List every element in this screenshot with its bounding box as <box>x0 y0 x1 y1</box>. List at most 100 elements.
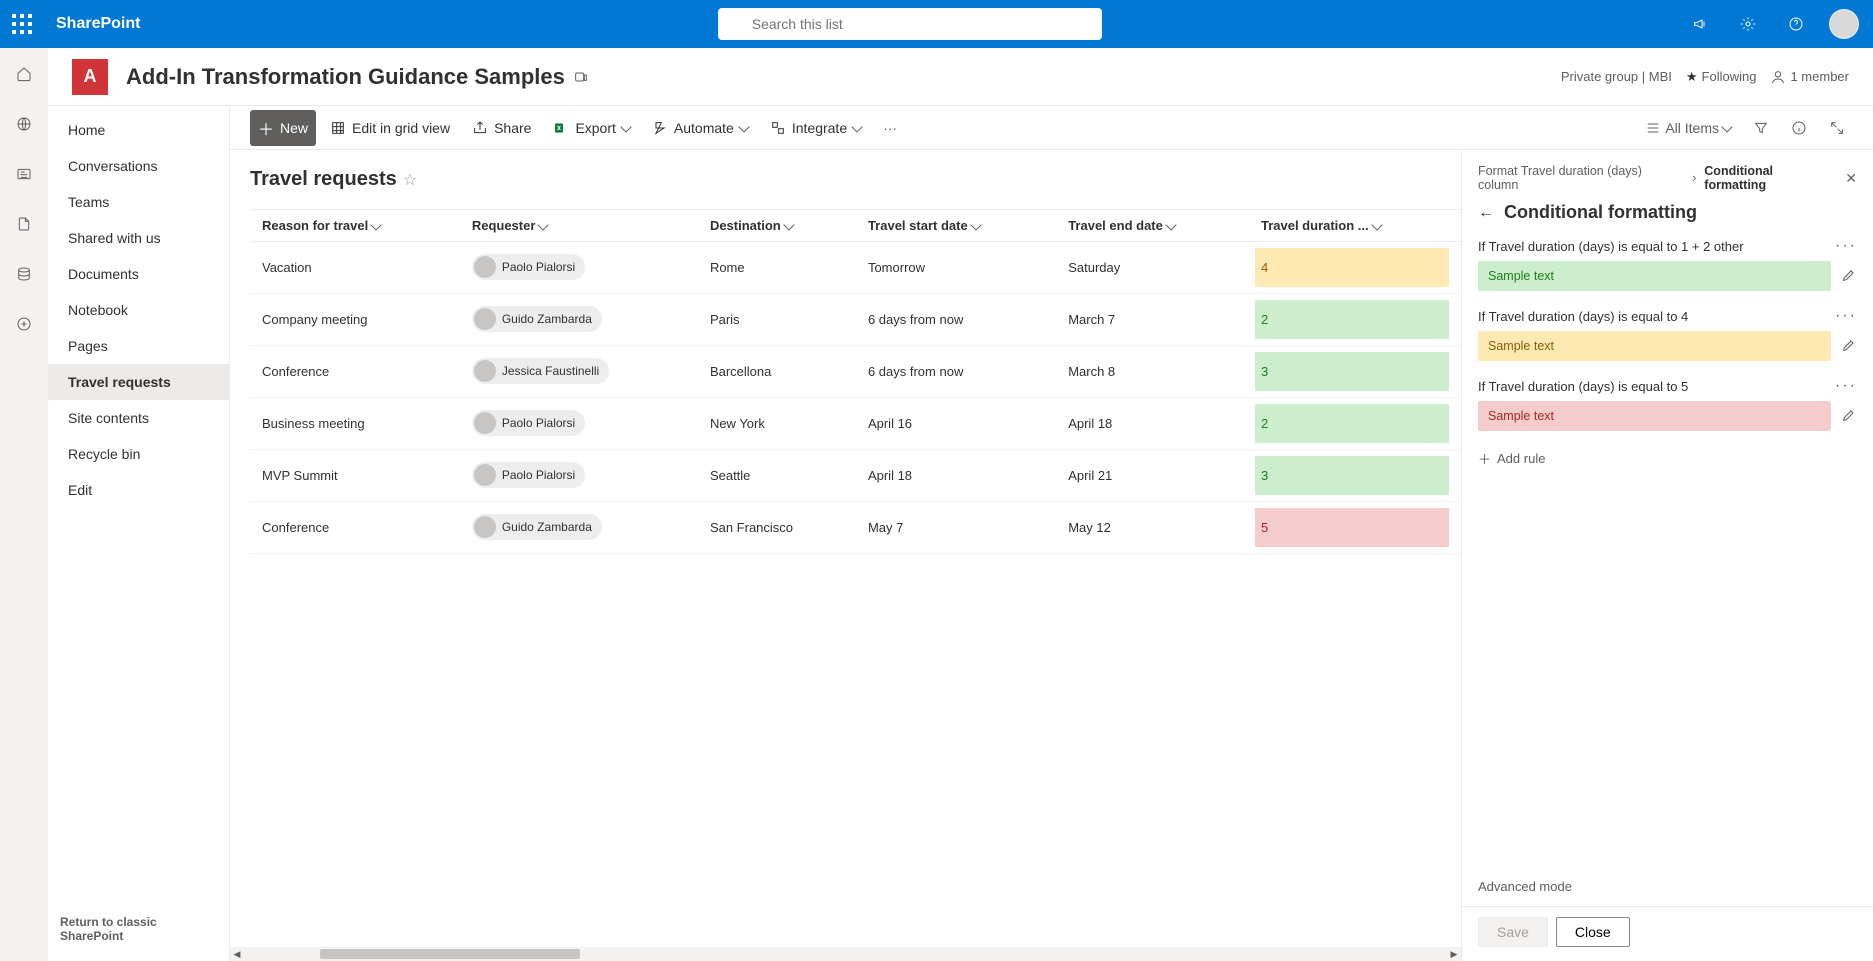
search-icon <box>728 16 744 32</box>
cell-end: May 12 <box>1056 502 1249 554</box>
person-chip[interactable]: Paolo Pialorsi <box>472 462 585 488</box>
following-toggle[interactable]: ★Following <box>1686 69 1757 85</box>
app-name[interactable]: SharePoint <box>56 15 140 33</box>
edit-grid-label: Edit in grid view <box>352 120 450 136</box>
column-header[interactable]: Requester <box>460 210 698 242</box>
avatar-icon <box>474 360 496 382</box>
rail-news-icon[interactable] <box>8 158 40 190</box>
add-rule-button[interactable]: ＋ Add rule <box>1478 447 1857 488</box>
person-chip[interactable]: Paolo Pialorsi <box>472 254 585 280</box>
avatar-icon <box>474 412 496 434</box>
column-header[interactable]: Travel duration ... <box>1249 210 1461 242</box>
table-row[interactable]: Business meetingPaolo PialorsiNew YorkAp… <box>250 398 1461 450</box>
overflow-button[interactable]: ··· <box>875 114 905 142</box>
panel-body: If Travel duration (days) is equal to 1 … <box>1462 237 1873 879</box>
edit-style-icon[interactable] <box>1841 267 1857 286</box>
nav-item-pages[interactable]: Pages <box>48 328 229 364</box>
table-row[interactable]: VacationPaolo PialorsiRomeTomorrowSaturd… <box>250 242 1461 294</box>
cell-duration: 2 <box>1249 398 1461 450</box>
nav-item-documents[interactable]: Documents <box>48 256 229 292</box>
nav-item-teams[interactable]: Teams <box>48 184 229 220</box>
grid-icon <box>330 120 346 136</box>
info-button[interactable] <box>1783 114 1815 142</box>
table-row[interactable]: Company meetingGuido ZambardaParis6 days… <box>250 294 1461 346</box>
return-classic-link[interactable]: Return to classic SharePoint <box>48 903 229 955</box>
app-launcher-icon[interactable] <box>6 8 38 40</box>
column-header[interactable]: Destination <box>698 210 856 242</box>
edit-in-grid-button[interactable]: Edit in grid view <box>322 114 458 142</box>
table-row[interactable]: MVP SummitPaolo PialorsiSeattleApril 18A… <box>250 450 1461 502</box>
cell-end: April 18 <box>1056 398 1249 450</box>
breadcrumb-parent[interactable]: Format Travel duration (days) column <box>1478 164 1684 192</box>
favorite-toggle-icon[interactable]: ☆ <box>403 170 417 190</box>
cell-start: April 16 <box>856 398 1056 450</box>
nav-item-travel-requests[interactable]: Travel requests <box>48 364 229 400</box>
person-icon <box>1770 69 1786 85</box>
export-button[interactable]: Export <box>545 114 637 142</box>
nav-item-recycle-bin[interactable]: Recycle bin <box>48 436 229 472</box>
table-row[interactable]: ConferenceJessica FaustinelliBarcellona6… <box>250 346 1461 398</box>
help-icon[interactable] <box>1775 0 1817 48</box>
new-button[interactable]: ＋ New <box>250 110 316 146</box>
column-header[interactable]: Travel end date <box>1056 210 1249 242</box>
person-chip[interactable]: Guido Zambarda <box>472 306 602 332</box>
site-title[interactable]: Add-In Transformation Guidance Samples <box>126 64 589 90</box>
close-icon[interactable]: ✕ <box>1845 170 1857 187</box>
nav-item-conversations[interactable]: Conversations <box>48 148 229 184</box>
rail-files-icon[interactable] <box>8 208 40 240</box>
person-chip[interactable]: Jessica Faustinelli <box>472 358 609 384</box>
view-switcher[interactable]: All Items <box>1637 114 1739 142</box>
close-button[interactable]: Close <box>1556 917 1630 947</box>
integrate-button[interactable]: Integrate <box>762 114 869 142</box>
horizontal-scrollbar[interactable]: ◀ ▶ <box>230 947 1461 961</box>
nav-item-edit[interactable]: Edit <box>48 472 229 508</box>
app-rail <box>0 48 48 961</box>
scroll-left-icon[interactable]: ◀ <box>230 947 244 961</box>
column-header[interactable]: Travel start date <box>856 210 1056 242</box>
nav-item-shared-with-us[interactable]: Shared with us <box>48 220 229 256</box>
megaphone-icon[interactable] <box>1679 0 1721 48</box>
search-input[interactable] <box>752 16 1092 32</box>
automate-button[interactable]: Automate <box>644 114 756 142</box>
body-row: HomeConversationsTeamsShared with usDocu… <box>48 106 1873 961</box>
gear-icon[interactable] <box>1727 0 1769 48</box>
share-button[interactable]: Share <box>464 114 539 142</box>
column-header[interactable]: Reason for travel <box>250 210 460 242</box>
rule-more-icon[interactable]: ··· <box>1835 377 1857 395</box>
user-avatar[interactable] <box>1823 0 1865 48</box>
back-arrow-icon[interactable]: ← <box>1478 204 1494 222</box>
avatar-icon <box>474 256 496 278</box>
members-link[interactable]: 1 member <box>1770 69 1849 85</box>
expand-button[interactable] <box>1821 114 1853 142</box>
edit-style-icon[interactable] <box>1841 407 1857 426</box>
rail-lists-icon[interactable] <box>8 258 40 290</box>
rail-home-icon[interactable] <box>8 58 40 90</box>
filter-icon <box>1753 120 1769 136</box>
edit-style-icon[interactable] <box>1841 337 1857 356</box>
rule-more-icon[interactable]: ··· <box>1835 237 1857 255</box>
table-row[interactable]: ConferenceGuido ZambardaSan FranciscoMay… <box>250 502 1461 554</box>
list-and-panel: Travel requests ☆ Reason for travelReque… <box>230 150 1873 961</box>
panel-footer: Save Close <box>1462 906 1873 961</box>
scroll-thumb[interactable] <box>320 949 580 959</box>
nav-item-site-contents[interactable]: Site contents <box>48 400 229 436</box>
rail-globe-icon[interactable] <box>8 108 40 140</box>
cell-reason: Conference <box>250 346 460 398</box>
filter-button[interactable] <box>1745 114 1777 142</box>
person-chip[interactable]: Paolo Pialorsi <box>472 410 585 436</box>
advanced-mode-link[interactable]: Advanced mode <box>1462 879 1873 906</box>
site-logo[interactable]: A <box>72 59 108 95</box>
rail-create-icon[interactable] <box>8 308 40 340</box>
rule-sample: Sample text <box>1478 401 1831 431</box>
rule-more-icon[interactable]: ··· <box>1835 307 1857 325</box>
nav-item-home[interactable]: Home <box>48 112 229 148</box>
format-panel: Format Travel duration (days) column › C… <box>1461 150 1873 961</box>
nav-item-notebook[interactable]: Notebook <box>48 292 229 328</box>
person-chip[interactable]: Guido Zambarda <box>472 514 602 540</box>
search-box[interactable] <box>718 8 1102 40</box>
expand-icon <box>1829 120 1845 136</box>
scroll-right-icon[interactable]: ▶ <box>1447 947 1461 961</box>
rule-sample: Sample text <box>1478 331 1831 361</box>
plus-icon: ＋ <box>258 116 274 140</box>
below-suite: A Add-In Transformation Guidance Samples… <box>0 48 1873 961</box>
